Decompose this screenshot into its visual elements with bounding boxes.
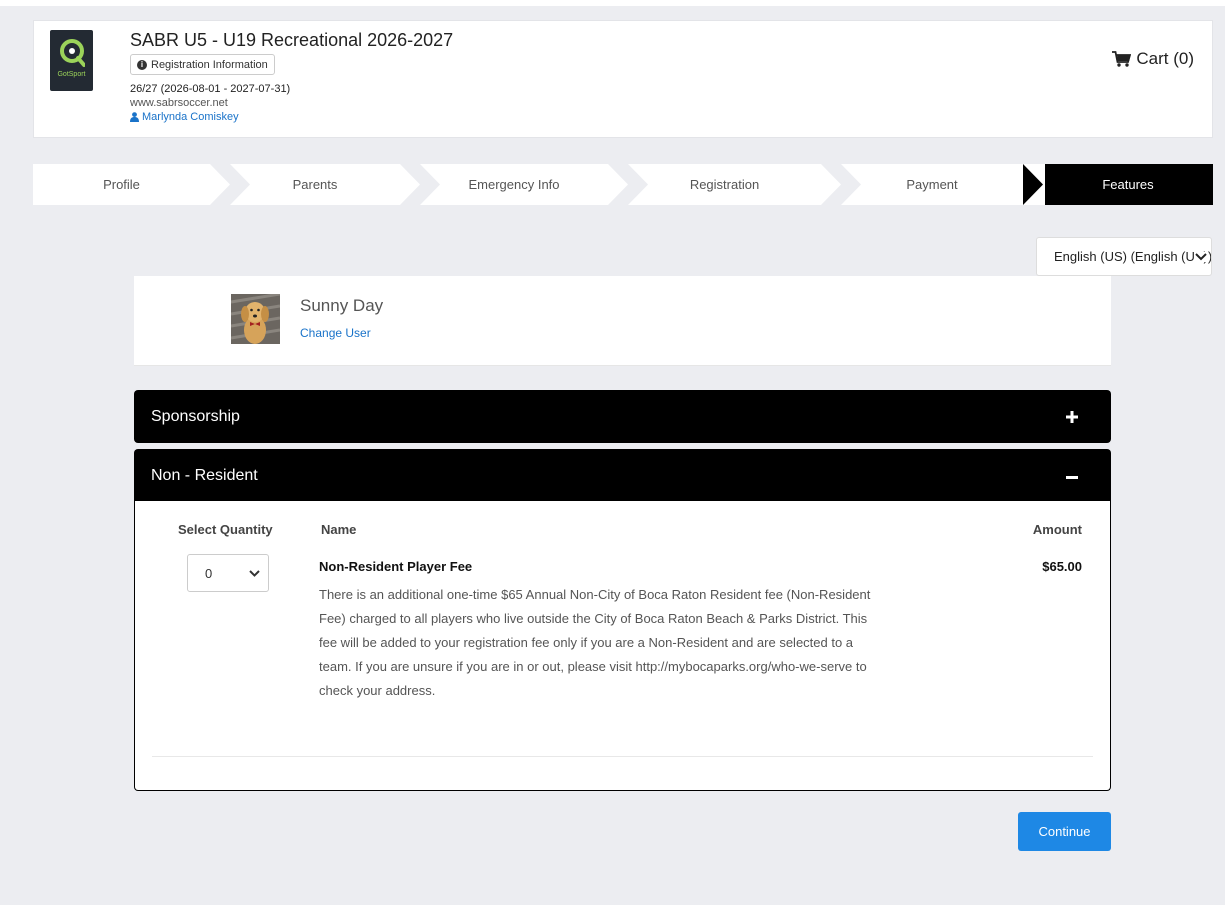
- step-emergency-info[interactable]: Emergency Info: [420, 164, 608, 205]
- column-header-quantity: Select Quantity: [178, 522, 273, 537]
- step-payment[interactable]: Payment: [841, 164, 1023, 205]
- registration-info-label: Registration Information: [151, 58, 268, 71]
- continue-button[interactable]: Continue: [1018, 812, 1111, 851]
- change-user-link[interactable]: Change User: [300, 326, 371, 340]
- chevron-down-icon: [249, 570, 260, 577]
- info-icon: i: [137, 59, 147, 70]
- account-user-link[interactable]: Marlynda Comiskey: [130, 111, 239, 123]
- event-header: GotSport SABR U5 - U19 Recreational 2026…: [33, 20, 1213, 138]
- step-separators: [210, 164, 1045, 205]
- chevron-down-icon: [1195, 252, 1207, 262]
- club-website: www.sabrsoccer.net: [130, 97, 228, 109]
- registration-info-button[interactable]: i Registration Information: [130, 54, 275, 75]
- non-resident-panel-header[interactable]: Non - Resident: [134, 449, 1111, 502]
- player-name: Sunny Day: [300, 296, 384, 315]
- logo-text: GotSport: [57, 71, 86, 78]
- top-strip: [0, 0, 1225, 6]
- step-profile[interactable]: Profile: [33, 164, 210, 205]
- step-features[interactable]: Features: [1043, 164, 1213, 205]
- cart-label: Cart (0): [1136, 49, 1194, 68]
- non-resident-panel-title: Non - Resident: [151, 466, 258, 484]
- gotsport-logo: GotSport: [50, 30, 93, 91]
- plus-icon: [1066, 411, 1078, 423]
- fee-item-amount: $65.00: [1042, 559, 1082, 574]
- language-selected-value: English (US) (English (US)): [1054, 249, 1212, 264]
- non-resident-panel-body: Select Quantity Name Amount 0 Non-Reside…: [134, 501, 1111, 791]
- sponsorship-panel-header[interactable]: Sponsorship: [134, 390, 1111, 443]
- column-header-name: Name: [321, 522, 357, 537]
- quantity-selected-value: 0: [205, 565, 213, 581]
- registration-steps: Profile Parents Emergency Info Registrat…: [33, 164, 1213, 205]
- step-registration[interactable]: Registration: [628, 164, 821, 205]
- minus-icon: [1066, 476, 1078, 479]
- user-icon: [130, 112, 139, 122]
- fee-item-description: There is an additional one-time $65 Annu…: [319, 587, 871, 698]
- column-header-amount: Amount: [1032, 522, 1082, 537]
- language-select[interactable]: English (US) (English (US)): [1036, 237, 1212, 276]
- account-user-name: Marlynda Comiskey: [142, 111, 239, 123]
- sponsorship-panel-title: Sponsorship: [151, 407, 240, 425]
- logo-icon: [59, 39, 85, 67]
- event-title: SABR U5 - U19 Recreational 2026-2027: [130, 30, 454, 50]
- cart-button[interactable]: Cart (0): [1112, 49, 1194, 69]
- panel-divider: [152, 756, 1093, 757]
- player-avatar: [231, 294, 280, 344]
- step-parents[interactable]: Parents: [230, 164, 400, 205]
- player-card: Sunny Day Change User: [134, 276, 1111, 366]
- season-dates: 26/27 (2026-08-01 - 2027-07-31): [130, 83, 291, 95]
- shopping-cart-icon: [1112, 51, 1132, 67]
- fee-item-name: Non-Resident Player Fee: [319, 559, 473, 574]
- quantity-select[interactable]: 0: [187, 554, 269, 592]
